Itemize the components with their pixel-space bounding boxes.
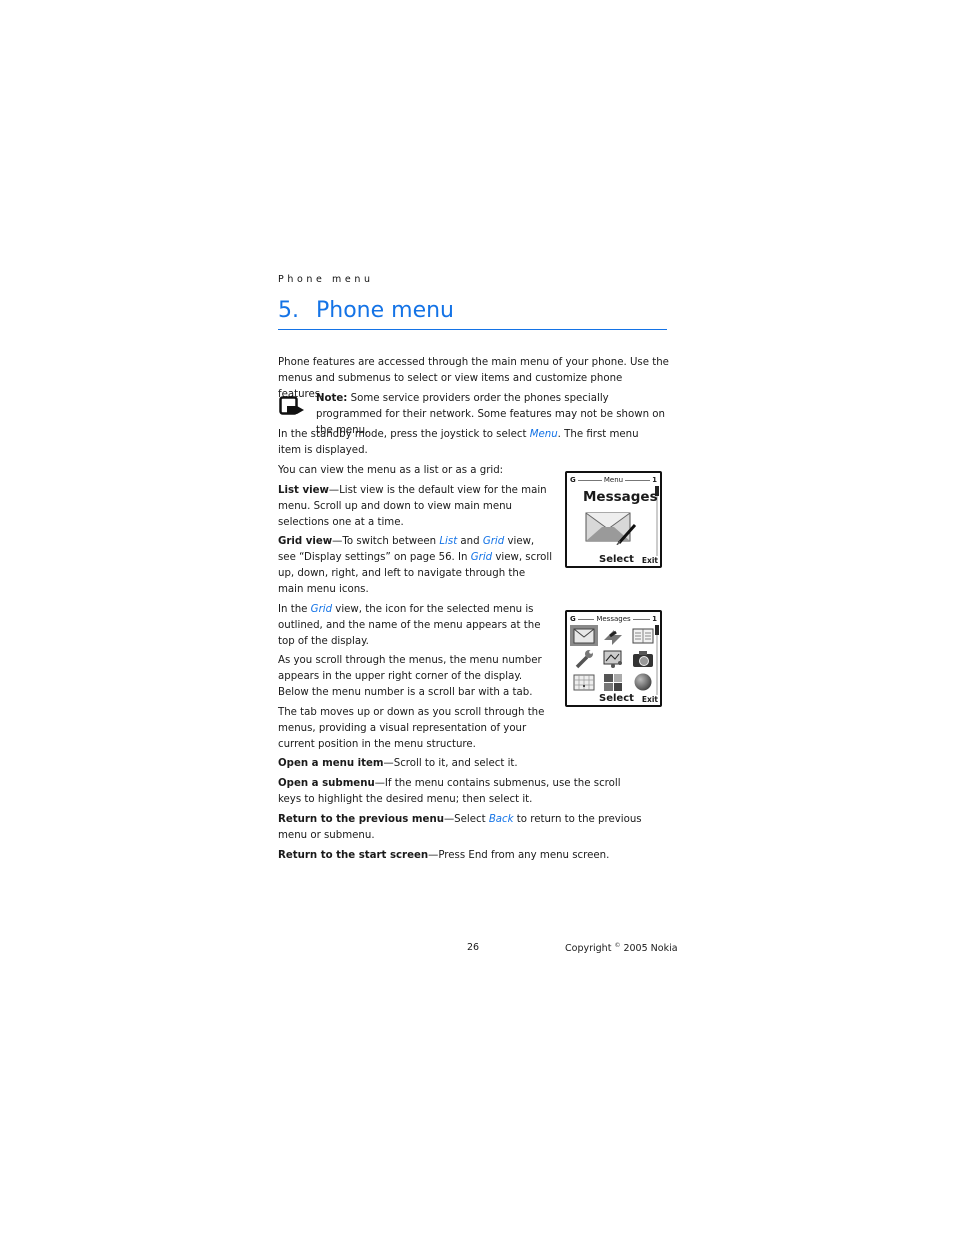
- open-item-text: —Scroll to it, and select it.: [383, 758, 518, 769]
- phone-header-title: Messages: [594, 615, 633, 623]
- grid-view-label: Grid view: [278, 536, 333, 547]
- select-softkey: Select: [599, 693, 634, 704]
- contacts-book-icon: [632, 628, 654, 644]
- header: Menu: [569, 475, 658, 485]
- return-prev-paragraph: Return to the previous menu—Select Back …: [278, 812, 643, 844]
- copyright: Copyright © 2005 Nokia: [565, 942, 678, 954]
- phone-menu-title: Messages: [583, 489, 658, 505]
- chapter-title-text: Phone menu: [316, 298, 454, 323]
- phone-header-title: Menu: [601, 476, 626, 484]
- grid-link[interactable]: Grid: [483, 536, 504, 547]
- wrench-icon: [575, 649, 593, 669]
- running-head: Phone menu: [278, 274, 374, 285]
- return-prev-label: Return to the previous menu: [278, 814, 444, 825]
- view-intro: You can view the menu as a list or as a …: [278, 465, 504, 476]
- envelope-with-pen-icon: [585, 512, 637, 545]
- note-hand-icon: [279, 396, 304, 415]
- grid-cell-camera: [629, 648, 657, 669]
- grid-cell-calls: [600, 625, 628, 646]
- standby-paragraph: In the standby mode, press the joystick …: [278, 427, 648, 459]
- copyright-year-owner: 2005 Nokia: [620, 943, 678, 955]
- softkeys: Select Exit: [567, 551, 660, 565]
- header: Messages: [569, 614, 658, 624]
- grid-link[interactable]: Grid: [311, 604, 332, 615]
- open-item-paragraph: Open a menu item—Scroll to it, and selec…: [278, 756, 670, 772]
- grid-link[interactable]: Grid: [471, 552, 492, 563]
- grid-cell-settings: [570, 648, 598, 669]
- select-softkey: Select: [599, 554, 634, 565]
- grid-cell-messages: [570, 625, 598, 647]
- menu-number: 1: [652, 476, 657, 484]
- phone-list-view-screenshot: G Menu 1 Messages Select Exit: [565, 471, 662, 568]
- open-item-label: Open a menu item: [278, 758, 384, 769]
- scroll-paragraph: As you scroll through the menus, the men…: [278, 655, 542, 698]
- return-start-text: —Press End from any menu screen.: [428, 850, 610, 861]
- page-number: 26: [467, 942, 480, 953]
- menu-icon-grid: [570, 625, 657, 693]
- return-start-paragraph: Return to the start screen—Press End fro…: [278, 848, 670, 864]
- list-view-paragraph: List view—List view is the default view …: [278, 483, 553, 531]
- grid-paragraph: In the Grid view, the icon for the selec…: [278, 602, 553, 650]
- grid-cell-contacts: [629, 625, 657, 646]
- text: —Select: [443, 814, 489, 825]
- open-submenu-label: Open a submenu: [278, 778, 375, 789]
- list-view-label: List view: [278, 485, 329, 496]
- grid-view-paragraph: Grid view—To switch between List and Gri…: [278, 534, 553, 598]
- menu-number: 1: [652, 615, 657, 623]
- camera-icon: [633, 650, 654, 667]
- menu-link[interactable]: Menu: [530, 429, 558, 440]
- chapter-number: 5.: [278, 298, 299, 323]
- softkeys: Select Exit: [567, 690, 660, 704]
- call-arrows-icon: [604, 629, 623, 645]
- exit-softkey: Exit: [641, 695, 658, 704]
- exit-softkey: Exit: [641, 556, 658, 565]
- phone-grid-view-screenshot: G Messages 1 Select Exit: [565, 610, 662, 707]
- standby-text: In the standby mode, press the joystick …: [278, 429, 530, 440]
- phone-status-bar: G Messages 1: [569, 614, 658, 624]
- phone-status-bar: G Menu 1: [569, 475, 658, 485]
- note-label: Note:: [316, 393, 348, 404]
- grid-cell-gallery: [600, 648, 628, 669]
- open-submenu-paragraph: Open a submenu—If the menu contains subm…: [278, 776, 638, 808]
- list-link[interactable]: List: [439, 536, 457, 547]
- gallery-icon: [603, 650, 623, 668]
- back-link[interactable]: Back: [489, 814, 514, 825]
- text: In the: [278, 604, 311, 615]
- text: —To switch between: [332, 536, 440, 547]
- envelope-icon: [573, 628, 595, 644]
- tab-paragraph: The tab moves up or down as you scroll t…: [278, 707, 545, 750]
- return-start-label: Return to the start screen: [278, 850, 429, 861]
- text: and: [457, 536, 483, 547]
- chapter-title: 5. Phone menu: [278, 296, 667, 330]
- copyright-text: Copyright: [565, 943, 615, 955]
